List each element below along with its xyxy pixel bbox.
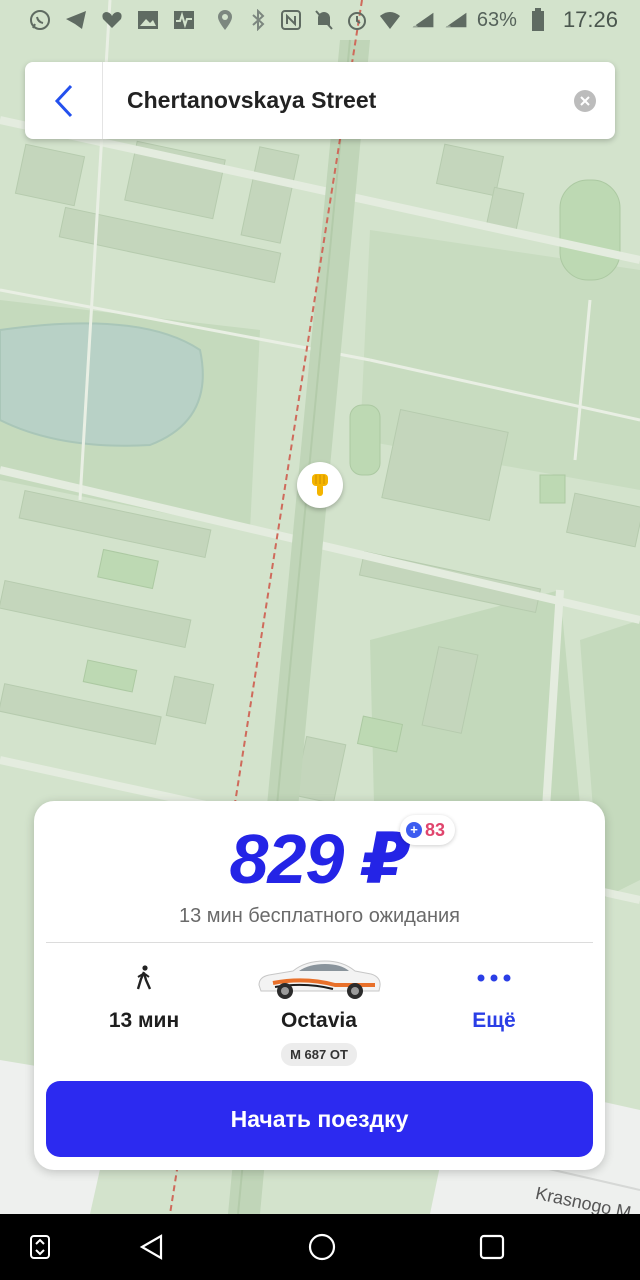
back-triangle-icon	[139, 1234, 163, 1260]
plus-icon: +	[406, 822, 422, 838]
more-dots-icon	[477, 974, 511, 982]
screen-switch-icon	[30, 1235, 50, 1259]
signal-icon-2: 2	[444, 9, 468, 31]
mute-icon	[312, 9, 336, 31]
clear-button[interactable]	[574, 89, 596, 112]
gallery-icon	[136, 9, 160, 31]
address-text[interactable]: Chertanovskaya Street	[103, 87, 574, 114]
car-model: Octavia	[281, 1009, 357, 1032]
free-waiting-text: 13 мин бесплатного ожидания	[178, 905, 460, 927]
bonus-badge[interactable]: + 83	[400, 815, 456, 845]
pointing-hand-icon	[312, 474, 328, 496]
home-circle-icon	[308, 1233, 336, 1261]
clock: 17:26	[562, 7, 618, 32]
ride-card: 829 ₽ + 83 13 мин бесплатного ожидания 1…	[34, 801, 605, 1170]
license-plate: М 687 ОТ	[281, 1043, 357, 1066]
more-button[interactable]: Ещё	[434, 953, 554, 1033]
wifi-icon	[378, 9, 402, 31]
back-button[interactable]	[25, 62, 103, 139]
more-label: Ещё	[472, 1009, 516, 1032]
start-ride-button[interactable]: Начать поездку	[46, 1081, 593, 1157]
screen-switch-button[interactable]	[20, 1227, 60, 1267]
navigation-bar	[0, 1214, 640, 1280]
svg-text:1: 1	[413, 19, 418, 28]
home-button[interactable]	[302, 1227, 342, 1267]
recents-square-icon	[479, 1234, 505, 1260]
svg-text:2: 2	[446, 19, 451, 28]
alarm-icon	[345, 9, 369, 31]
address-search-bar[interactable]: Chertanovskaya Street	[25, 62, 615, 139]
back-nav-button[interactable]	[132, 1227, 172, 1267]
walk-time-label: 13 мин	[108, 1009, 180, 1032]
price: 829 ₽	[229, 820, 411, 898]
car-icon	[258, 960, 381, 999]
clear-icon	[580, 95, 590, 106]
chevron-left-icon	[54, 84, 72, 117]
recents-button[interactable]	[472, 1227, 512, 1267]
pulse-icon	[172, 9, 196, 31]
signal-icon: 1	[411, 9, 435, 31]
bluetooth-icon	[246, 9, 270, 31]
health-icon	[100, 9, 124, 31]
car-info[interactable]: Octavia М 687 ОТ	[234, 953, 404, 1066]
location-marker[interactable]	[297, 462, 343, 508]
bonus-points: 83	[425, 819, 446, 840]
divider	[46, 942, 593, 943]
walking-person-icon	[136, 965, 152, 990]
nfc-icon	[279, 9, 303, 31]
battery-percent: 63%	[476, 8, 517, 31]
whatsapp-icon	[28, 9, 52, 31]
walk-time: 13 мин	[84, 953, 204, 1033]
location-icon	[213, 9, 237, 31]
battery-icon	[526, 8, 550, 31]
telegram-icon	[64, 9, 88, 31]
status-bar: 1 2 63% 17:26	[0, 0, 640, 40]
